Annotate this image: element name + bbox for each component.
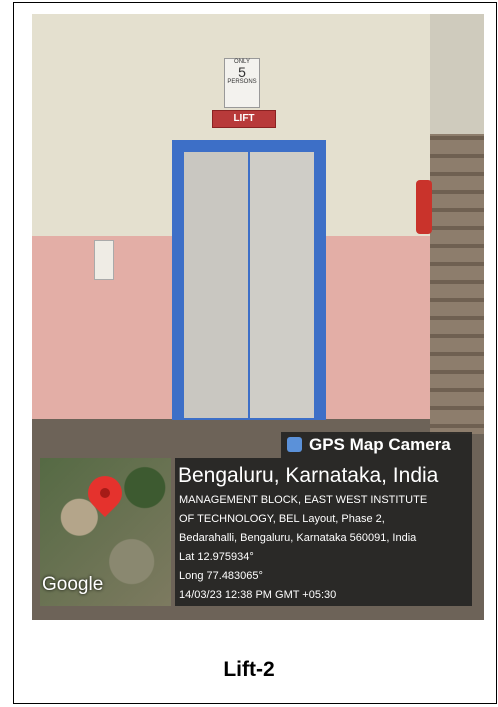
city-heading: Bengaluru, Karnataka, India bbox=[178, 464, 439, 487]
address-line-3: Bedarahalli, Bengaluru, Karnataka 560091… bbox=[179, 532, 417, 544]
photo-caption: Lift-2 bbox=[223, 658, 275, 681]
map-pin-dot bbox=[100, 488, 110, 498]
fire-extinguisher bbox=[416, 180, 432, 234]
camera-icon bbox=[287, 437, 302, 452]
stair-wall bbox=[430, 14, 484, 134]
address-line-2: OF TECHNOLOGY, BEL Layout, Phase 2, bbox=[179, 513, 385, 525]
lift-door-left bbox=[184, 152, 248, 418]
lift-sign: LIFT bbox=[212, 110, 276, 128]
lift-call-button bbox=[94, 240, 114, 280]
latitude: Lat 12.975934° bbox=[179, 551, 254, 563]
app-name: GPS Map Camera bbox=[309, 435, 451, 454]
map-thumbnail: Google bbox=[40, 458, 171, 606]
location-info-panel: Bengaluru, Karnataka, India MANAGEMENT B… bbox=[175, 458, 472, 606]
lift-door-right bbox=[250, 152, 314, 418]
timestamp: 14/03/23 12:38 PM GMT +05:30 bbox=[179, 589, 337, 601]
google-watermark: Google bbox=[42, 574, 104, 595]
gps-app-badge: GPS Map Camera bbox=[281, 432, 472, 458]
longitude: Long 77.483065° bbox=[179, 570, 263, 582]
notice-bottom: PERSONS bbox=[227, 79, 257, 85]
address-line-1: MANAGEMENT BLOCK, EAST WEST INSTITUTE bbox=[179, 494, 428, 506]
capacity-notice: ONLY 5 PERSONS bbox=[224, 58, 260, 108]
notice-number: 5 bbox=[238, 64, 246, 80]
